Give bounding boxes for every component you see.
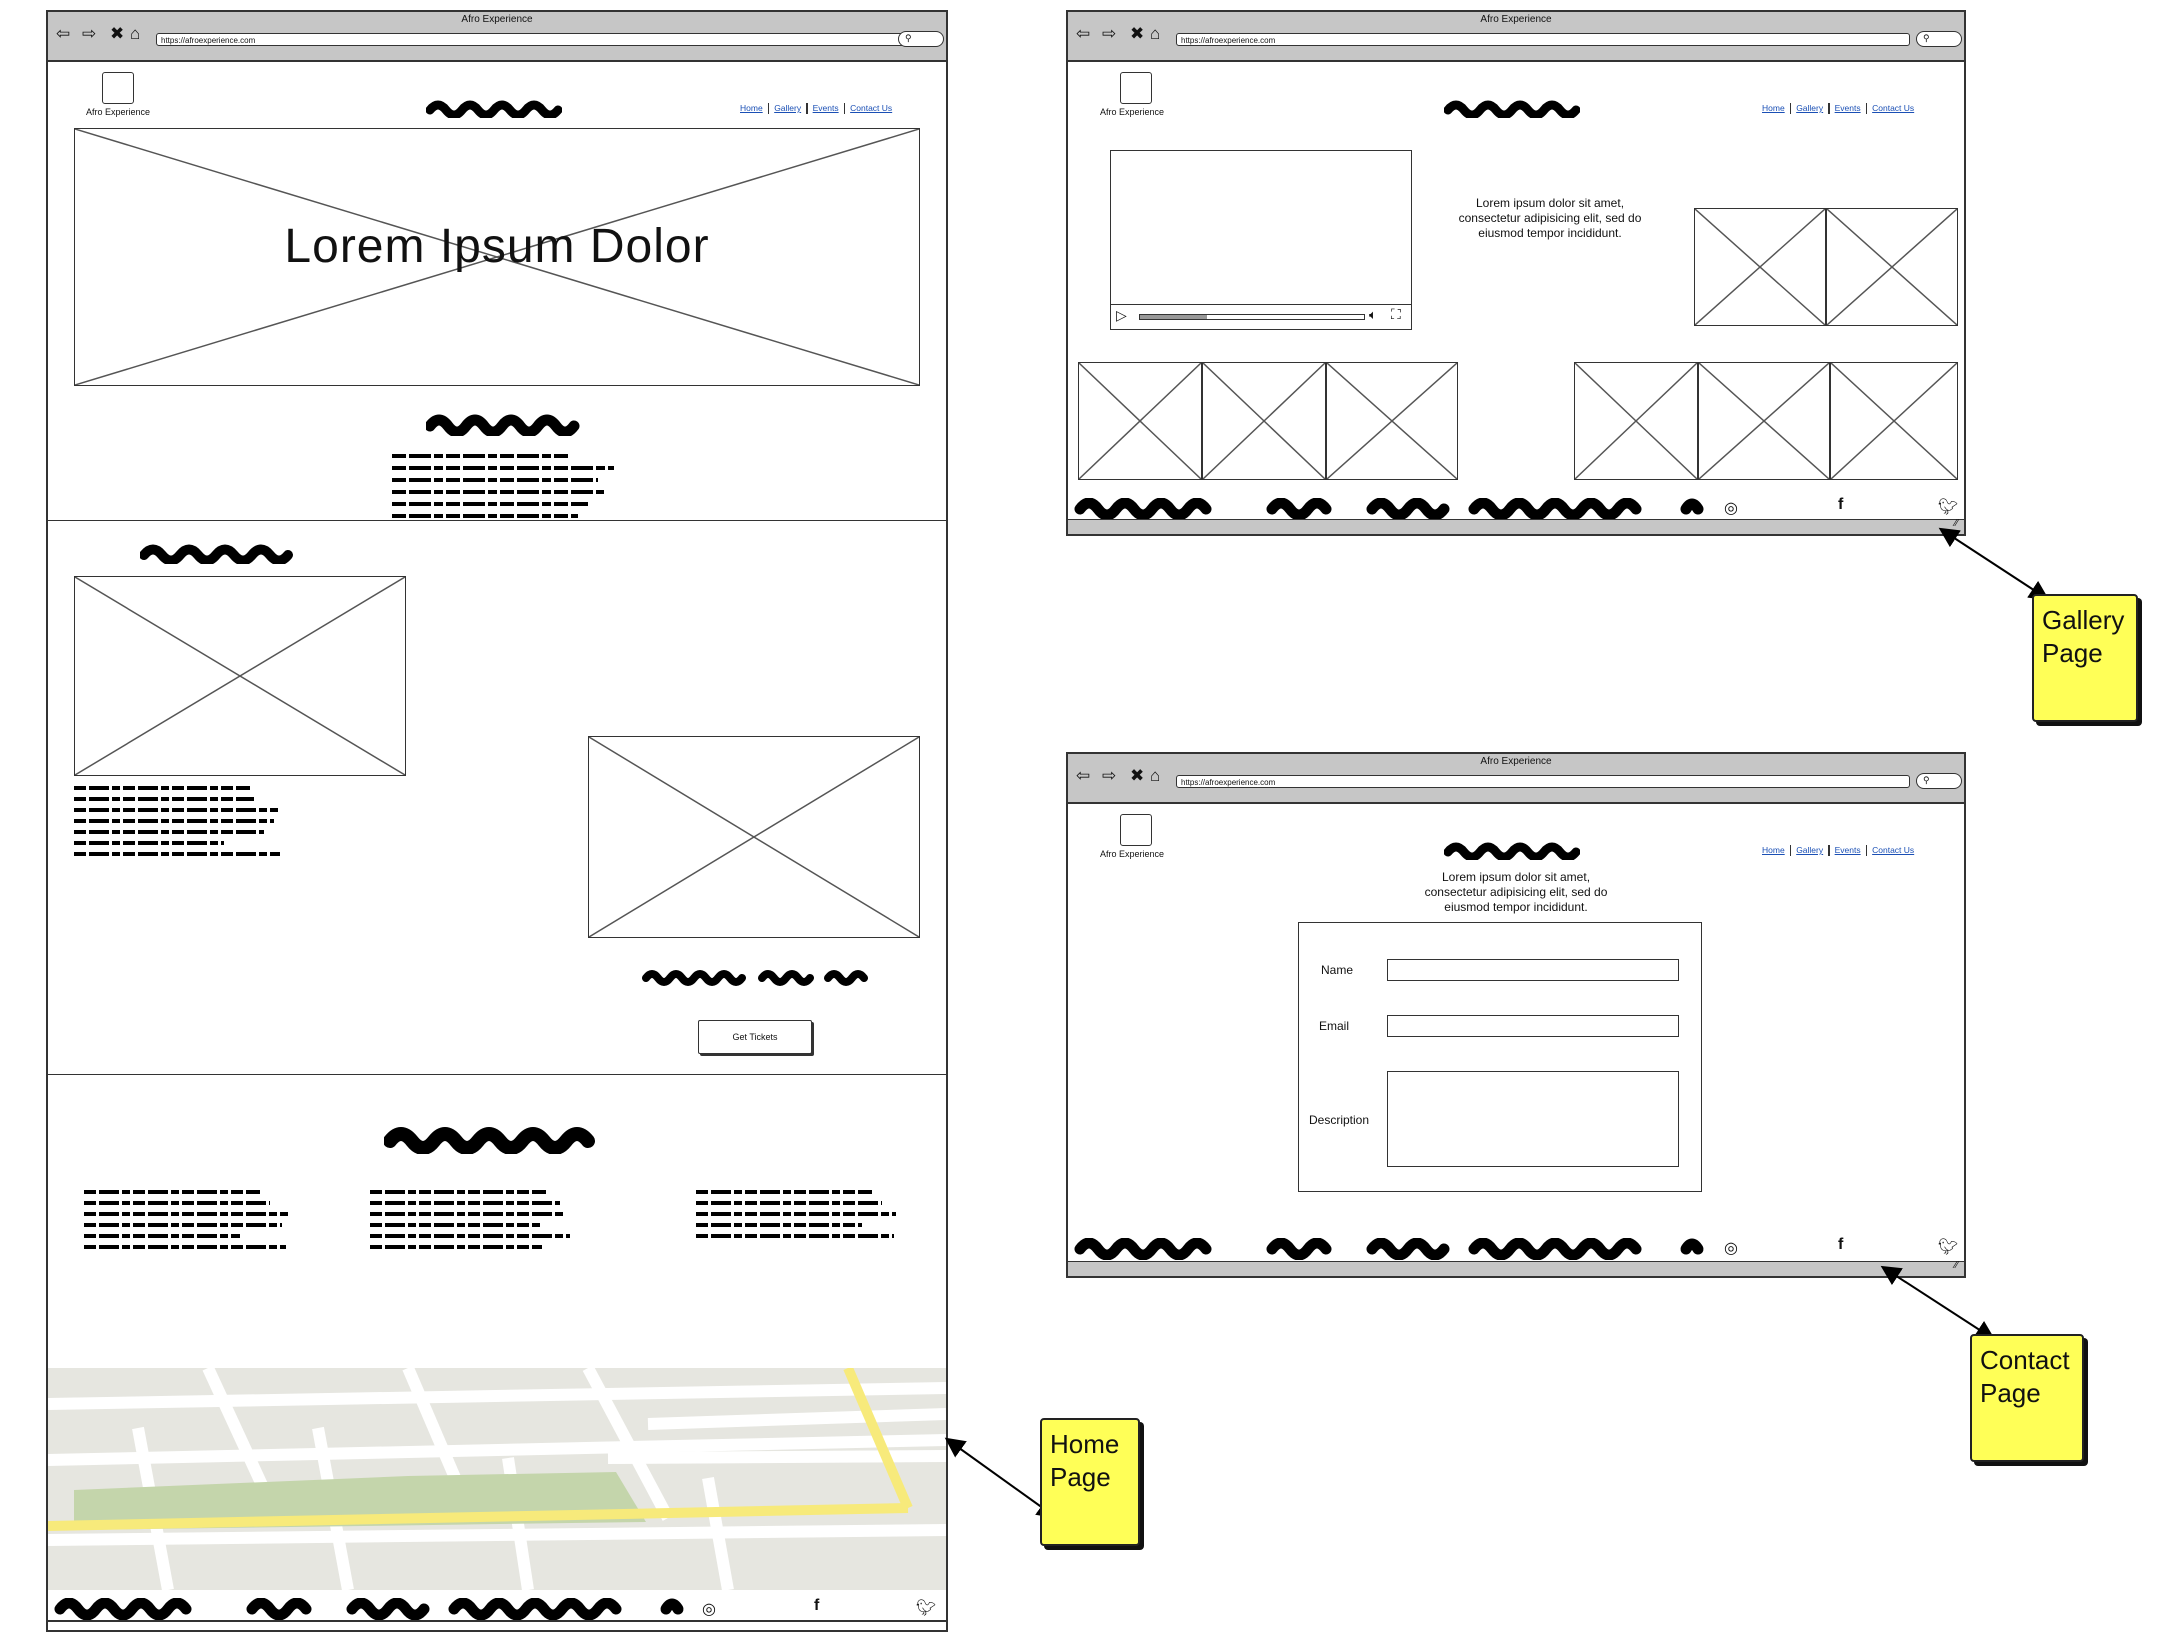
gallery-arrow <box>1938 527 2050 601</box>
contact-arrow <box>1880 1265 1996 1341</box>
gallery-page-note: Gallery Page <box>2032 594 2138 722</box>
home-page-note: Home Page <box>1040 1418 1140 1546</box>
home-arrow <box>944 1437 1058 1519</box>
contact-page-note: Contact Page <box>1970 1334 2084 1462</box>
annotation-arrows <box>944 527 2050 1519</box>
